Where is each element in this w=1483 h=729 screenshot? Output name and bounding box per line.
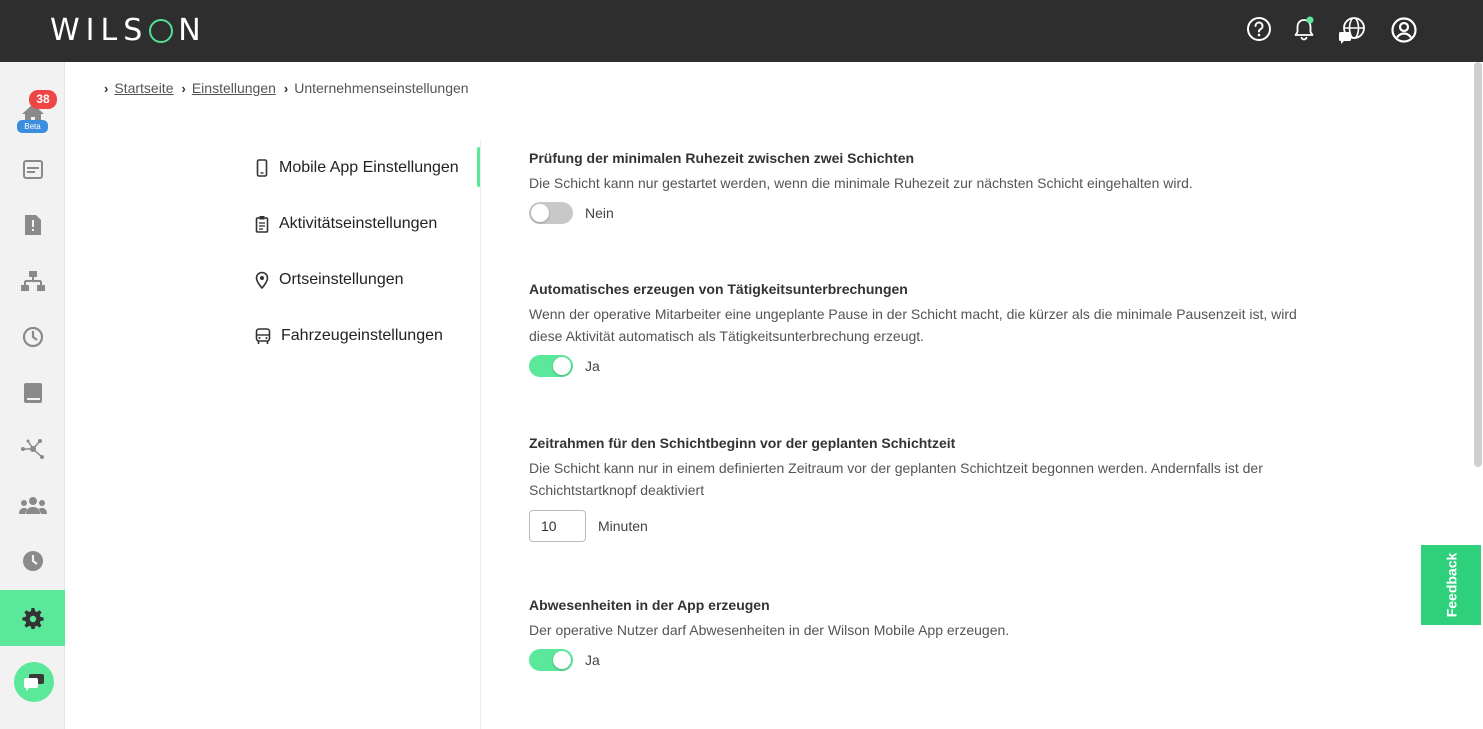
- clock-icon: [22, 326, 43, 348]
- top-bar: WILS N: [0, 0, 1483, 62]
- toggle-state-label: Ja: [585, 652, 600, 668]
- chevron-right-icon: ›: [283, 80, 289, 96]
- sidebar-item-history[interactable]: [0, 533, 65, 589]
- sidebar-item-book[interactable]: [0, 365, 65, 421]
- nav-item-label: Aktivitätseinstellungen: [279, 215, 438, 232]
- location-icon: [255, 271, 269, 289]
- feedback-label: Feedback: [1443, 552, 1459, 618]
- breadcrumb-settings-link[interactable]: Einstellungen: [192, 80, 276, 96]
- setting-title: Abwesenheiten in der App erzeugen: [529, 597, 770, 613]
- toggle-state-label: Ja: [585, 358, 600, 374]
- phone-icon: [256, 159, 268, 177]
- sidebar-item-report[interactable]: [0, 197, 65, 253]
- nav-item-label: Mobile App Einstellungen: [279, 159, 459, 176]
- min-rest-time-toggle[interactable]: [529, 202, 573, 224]
- app-absences-toggle[interactable]: [529, 649, 573, 671]
- setting-description: Die Schicht kann nur gestartet werden, w…: [529, 175, 1193, 191]
- logo-text-left: WILS: [50, 12, 149, 48]
- sidebar-item-network[interactable]: [0, 421, 65, 477]
- account-icon[interactable]: [1390, 16, 1418, 44]
- clipboard-icon: [255, 216, 269, 233]
- nav-item-label: Fahrzeugeinstellungen: [281, 327, 443, 344]
- setting-title: Zeitrahmen für den Schichtbeginn vor der…: [529, 435, 956, 451]
- breadcrumb: › Startseite › Einstellungen › Unternehm…: [104, 80, 469, 96]
- sidebar-item-clock[interactable]: [0, 309, 65, 365]
- notification-count-badge: 38: [29, 90, 57, 109]
- report-icon: [24, 215, 41, 235]
- settings-icon: [21, 608, 44, 629]
- settings-nav: Mobile App Einstellungen Aktivitätseinst…: [255, 140, 481, 364]
- minutes-unit-label: Minuten: [598, 518, 648, 534]
- bell-icon[interactable]: [1291, 16, 1319, 44]
- vehicle-icon: [255, 328, 271, 344]
- sidebar-item-schedule[interactable]: [0, 141, 65, 197]
- toggle-knob: [553, 651, 571, 669]
- chat-button[interactable]: [14, 662, 54, 702]
- book-icon: [23, 383, 42, 403]
- setting-description: Wenn der operative Mitarbeiter eine unge…: [529, 306, 1297, 344]
- setting-auto-interruptions: Automatisches erzeugen von Tätigkeitsunt…: [529, 281, 1309, 377]
- setting-min-rest-time: Prüfung der minimalen Ruhezeit zwischen …: [529, 150, 1309, 224]
- toggle-knob: [553, 357, 571, 375]
- breadcrumb-home-link[interactable]: Startseite: [114, 80, 173, 96]
- toggle-knob: [531, 204, 549, 222]
- setting-description: Der operative Nutzer darf Abwesenheiten …: [529, 622, 1010, 638]
- schedule-icon: [22, 160, 43, 179]
- sidebar-item-org-chart[interactable]: [0, 253, 65, 309]
- nav-item-label: Ortseinstellungen: [279, 271, 404, 288]
- nav-item-mobile-app[interactable]: Mobile App Einstellungen: [255, 140, 481, 196]
- beta-badge: Beta: [17, 120, 48, 133]
- nav-item-location[interactable]: Ortseinstellungen: [255, 252, 481, 308]
- org-chart-icon: [20, 271, 45, 291]
- logo-text-right: N: [178, 12, 207, 48]
- network-icon: [20, 439, 44, 459]
- chevron-right-icon: ›: [104, 80, 109, 96]
- nav-item-activity[interactable]: Aktivitätseinstellungen: [255, 196, 481, 252]
- sidebar-item-users[interactable]: [0, 477, 65, 533]
- feedback-tab[interactable]: Feedback: [1421, 545, 1481, 625]
- setting-app-absences: Abwesenheiten in der App erzeugen Der op…: [529, 597, 1309, 671]
- wilson-logo[interactable]: WILS N: [50, 12, 207, 48]
- history-icon: [22, 551, 43, 571]
- help-icon[interactable]: [1246, 16, 1274, 44]
- content-divider: [480, 140, 481, 729]
- globe-icon[interactable]: [1339, 16, 1367, 44]
- setting-title: Automatisches erzeugen von Tätigkeitsunt…: [529, 281, 908, 297]
- users-icon: [18, 497, 47, 514]
- logo-o-ring: [149, 19, 174, 43]
- breadcrumb-current: Unternehmenseinstellungen: [294, 80, 469, 96]
- scrollbar-thumb[interactable]: [1474, 62, 1482, 467]
- nav-item-vehicle[interactable]: Fahrzeugeinstellungen: [255, 308, 481, 364]
- setting-shift-start-window: Zeitrahmen für den Schichtbeginn vor der…: [529, 435, 1309, 542]
- sidebar-item-settings[interactable]: [0, 590, 65, 646]
- chevron-right-icon: ›: [181, 80, 186, 96]
- chat-icon: [24, 674, 44, 691]
- setting-description: Die Schicht kann nur in einem definierte…: [529, 460, 1263, 498]
- auto-interruptions-toggle[interactable]: [529, 355, 573, 377]
- shift-start-minutes-input[interactable]: 10: [529, 510, 586, 542]
- toggle-state-label: Nein: [585, 205, 614, 221]
- setting-title: Prüfung der minimalen Ruhezeit zwischen …: [529, 150, 915, 166]
